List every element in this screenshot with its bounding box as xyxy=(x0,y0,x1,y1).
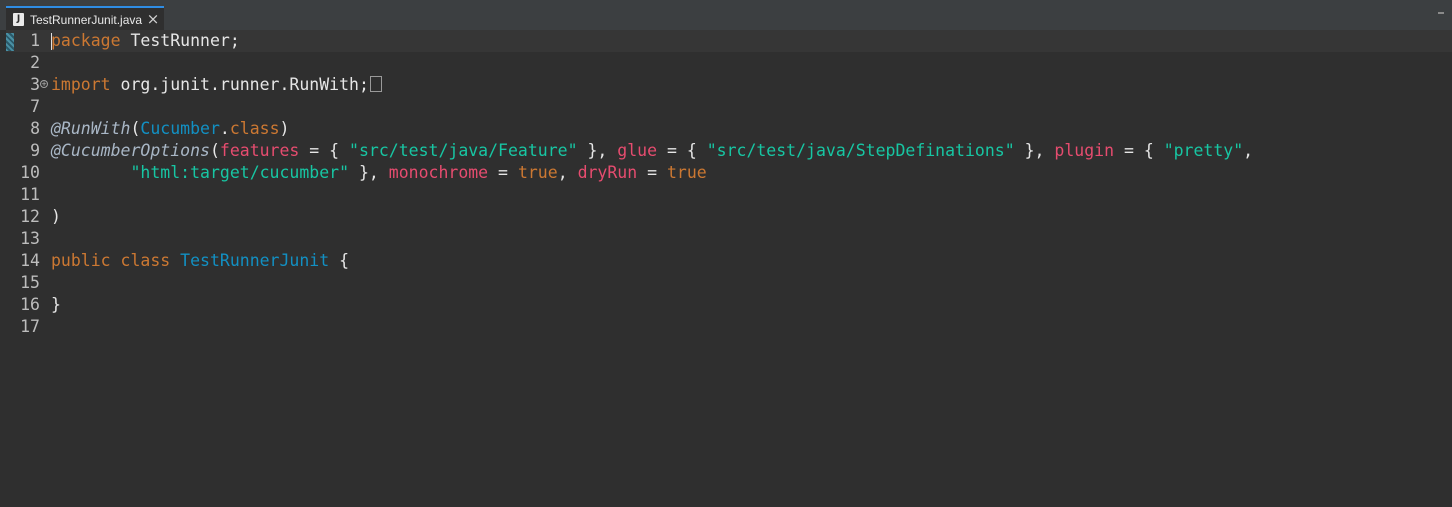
code-token: TestRunner; xyxy=(120,31,240,50)
code-token: } xyxy=(51,295,61,314)
line-number: 1 xyxy=(30,31,40,50)
line-number: 10 xyxy=(20,163,40,182)
code-token: class xyxy=(229,119,280,138)
line-number: 16 xyxy=(20,295,40,314)
code-line[interactable]: 9 @CucumberOptions(features = { "src/test… xyxy=(6,140,1452,162)
code-token: = { xyxy=(1114,141,1164,160)
code-token: import xyxy=(51,75,111,94)
line-number: 7 xyxy=(30,97,40,116)
code-text: public class TestRunnerJunit { xyxy=(51,250,349,272)
tab-testrunnerjunit[interactable]: J TestRunnerJunit.java × xyxy=(6,6,164,30)
code-line[interactable]: 12) xyxy=(6,206,1452,228)
line-number: 3 xyxy=(30,75,40,94)
code-token: "src/test/java/Feature" xyxy=(349,141,578,160)
code-token: class xyxy=(120,251,171,270)
code-text: } xyxy=(51,294,61,316)
code-token: = { xyxy=(657,141,707,160)
code-line[interactable]: 3 + import org.junit.runner.RunWith; xyxy=(6,74,1452,96)
line-number: 2 xyxy=(30,53,40,72)
code-token: ( xyxy=(130,119,141,138)
code-token: = xyxy=(637,163,667,182)
code-token: @RunWith xyxy=(51,119,131,138)
code-token: "html:target/cucumber" xyxy=(130,163,350,182)
code-text: import org.junit.runner.RunWith; xyxy=(51,74,382,96)
line-number: 8 xyxy=(30,119,40,138)
code-token: = xyxy=(488,163,518,182)
close-icon[interactable]: × xyxy=(146,10,160,28)
text-cursor xyxy=(51,33,52,50)
code-token: org.junit.runner.RunWith; xyxy=(110,75,369,94)
code-token: }, xyxy=(577,141,618,160)
code-token: @CucumberOptions xyxy=(51,141,210,160)
code-line[interactable]: 1 package TestRunner; xyxy=(6,30,1452,52)
minimize-icon[interactable] xyxy=(1438,12,1444,14)
code-editor[interactable]: 1 package TestRunner; 2 3 + import org.junit.… xyxy=(6,30,1452,507)
code-line[interactable]: 7 xyxy=(6,96,1452,118)
line-number: 13 xyxy=(20,229,40,248)
code-token: package xyxy=(51,31,121,50)
code-token: "src/test/java/StepDefinations" xyxy=(706,141,1015,160)
code-token: monochrome xyxy=(388,163,489,182)
code-text: "html:target/cucumber" }, monochrome = t… xyxy=(51,162,707,184)
code-token: TestRunnerJunit xyxy=(180,251,330,270)
code-token: . xyxy=(219,119,230,138)
line-number: 9 xyxy=(30,141,40,160)
line-number: 15 xyxy=(20,273,40,292)
code-token: ( xyxy=(209,141,220,160)
line-number: 17 xyxy=(20,317,40,336)
code-token: true xyxy=(517,163,558,182)
code-text: @RunWith(Cucumber.class) xyxy=(51,118,289,140)
code-line[interactable]: 14 public class TestRunnerJunit { xyxy=(6,250,1452,272)
code-token: dryRun xyxy=(577,163,638,182)
code-token: features xyxy=(219,141,300,160)
tab-title: TestRunnerJunit.java xyxy=(30,13,143,27)
code-token: }, xyxy=(349,163,389,182)
code-token: , xyxy=(1243,141,1254,160)
code-token: ) xyxy=(51,207,61,226)
code-token: = { xyxy=(299,141,350,160)
code-line[interactable]: 15 xyxy=(6,272,1452,294)
code-token: , xyxy=(557,163,578,182)
code-token: true xyxy=(666,163,707,182)
code-text: @CucumberOptions(features = { "src/test/… xyxy=(51,140,1253,162)
code-line[interactable]: 2 xyxy=(6,52,1452,74)
code-line[interactable]: 11 xyxy=(6,184,1452,206)
code-line[interactable]: 8 @RunWith(Cucumber.class) xyxy=(6,118,1452,140)
editor-tab-bar: J TestRunnerJunit.java × xyxy=(0,0,1452,30)
code-line[interactable]: 13 xyxy=(6,228,1452,250)
code-text: ) xyxy=(51,206,61,228)
code-token: public xyxy=(51,251,111,270)
fold-expand-icon[interactable]: + xyxy=(40,80,48,88)
code-token: }, xyxy=(1014,141,1055,160)
code-token: ) xyxy=(279,119,290,138)
code-token: plugin xyxy=(1054,141,1115,160)
code-token: Cucumber xyxy=(140,119,220,138)
line-number: 11 xyxy=(20,185,40,204)
collapsed-imports-icon[interactable] xyxy=(369,76,382,92)
java-file-icon: J xyxy=(13,13,24,26)
code-token: "pretty" xyxy=(1163,141,1244,160)
code-line[interactable]: 10 "html:target/cucumber" }, monochrome … xyxy=(6,162,1452,184)
code-text: package TestRunner; xyxy=(51,30,240,52)
code-token: glue xyxy=(617,141,658,160)
code-token: { xyxy=(329,251,350,270)
line-number: 14 xyxy=(20,251,40,270)
code-line[interactable]: 16} xyxy=(6,294,1452,316)
line-number: 12 xyxy=(20,207,40,226)
code-line[interactable]: 17 xyxy=(6,316,1452,338)
